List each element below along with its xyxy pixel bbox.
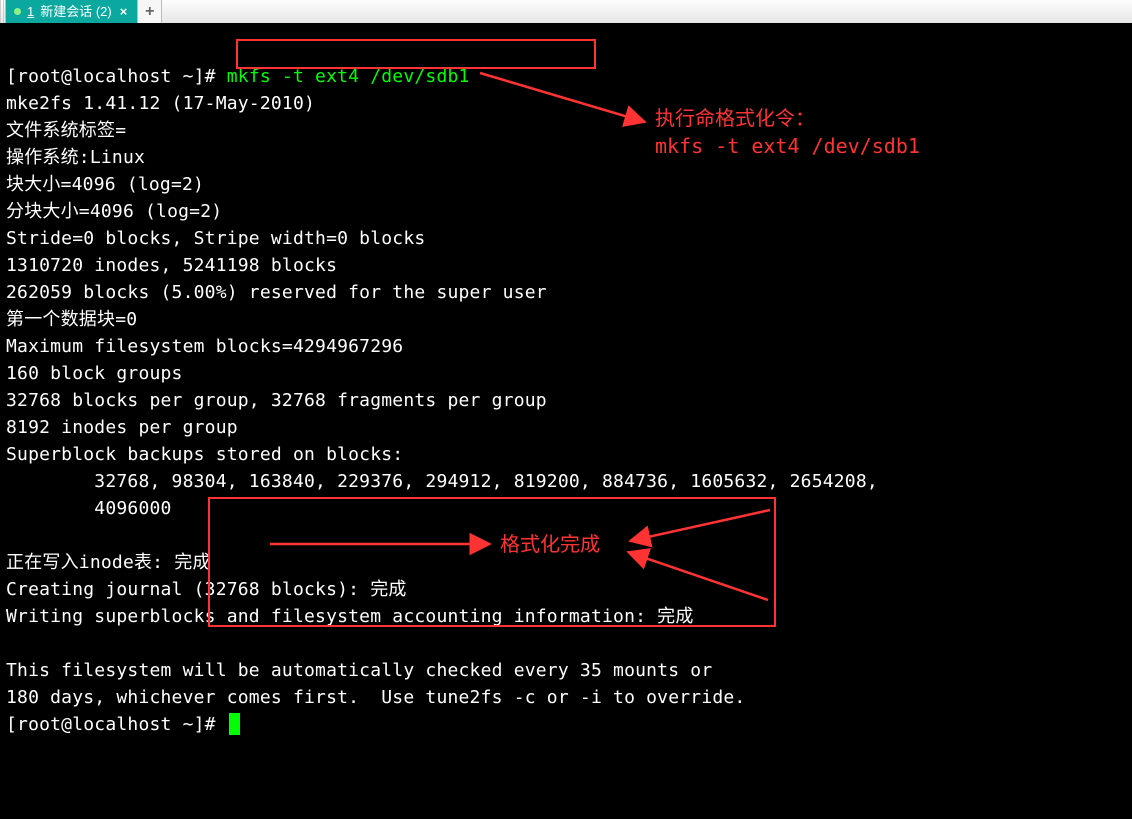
out-line: Writing superblocks and filesystem accou…	[6, 606, 694, 627]
out-line: 4096000	[6, 498, 172, 519]
out-line: Creating journal (32768 blocks): 完成	[6, 579, 407, 600]
out-line: 32768 blocks per group, 32768 fragments …	[6, 390, 547, 411]
out-line: 分块大小=4096 (log=2)	[6, 201, 222, 222]
out-line: 正在写入inode表: 完成	[6, 552, 520, 573]
command-input: mkfs -t ext4 /dev/sdb1	[227, 66, 470, 87]
terminal-output[interactable]: [root@localhost ~]# mkfs -t ext4 /dev/sd…	[0, 26, 1132, 748]
out-line: Stride=0 blocks, Stripe width=0 blocks	[6, 228, 425, 249]
out-line: 262059 blocks (5.00%) reserved for the s…	[6, 282, 547, 303]
out-line: 8192 inodes per group	[6, 417, 238, 438]
close-icon[interactable]: ×	[118, 0, 130, 25]
out-line: 操作系统:Linux	[6, 147, 145, 168]
prompt-user: [root@localhost ~]#	[6, 66, 227, 87]
terminal-cursor	[229, 713, 240, 735]
out-line: 180 days, whichever comes first. Use tun…	[6, 687, 745, 708]
out-line	[6, 633, 17, 654]
out-line: 160 block groups	[6, 363, 183, 384]
out-line: 1310720 inodes, 5241198 blocks	[6, 255, 337, 276]
tab-session-1[interactable]: 1 新建会话 (2) ×	[6, 0, 138, 23]
out-line: Superblock backups stored on blocks:	[6, 444, 414, 465]
plus-icon: +	[145, 0, 154, 25]
tab-number: 1	[27, 0, 34, 25]
out-line: This filesystem will be automatically ch…	[6, 660, 712, 681]
out-line: 文件系统标签=	[6, 120, 126, 141]
prompt-user: [root@localhost ~]#	[6, 714, 227, 735]
out-line	[6, 525, 17, 546]
out-line: Maximum filesystem blocks=4294967296	[6, 336, 403, 357]
tab-status-dot	[14, 8, 21, 15]
out-line: 32768, 98304, 163840, 229376, 294912, 81…	[6, 471, 889, 492]
out-line: 第一个数据块=0	[6, 309, 137, 330]
out-line: mke2fs 1.41.12 (17-May-2010)	[6, 93, 315, 114]
new-tab-button[interactable]: +	[138, 0, 162, 23]
tab-bar: 1 新建会话 (2) × +	[0, 0, 1132, 26]
out-line: 块大小=4096 (log=2)	[6, 174, 204, 195]
tab-label: 新建会话 (2)	[40, 0, 112, 25]
